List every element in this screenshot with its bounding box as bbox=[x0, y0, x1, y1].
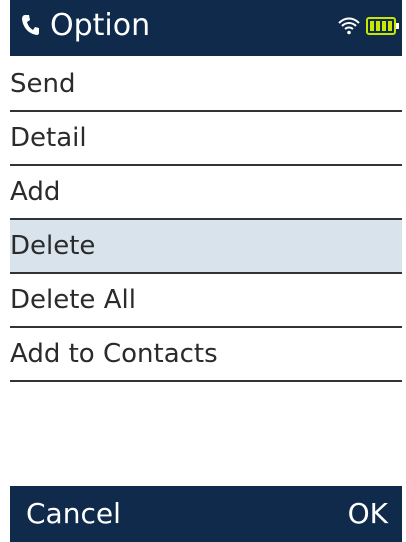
menu-item-label: Detail bbox=[10, 123, 87, 153]
battery-icon bbox=[366, 17, 399, 35]
menu-item-label: Delete All bbox=[10, 285, 136, 315]
menu-item-label: Add bbox=[10, 177, 61, 207]
menu-item-add[interactable]: Add bbox=[10, 166, 402, 220]
cancel-softkey[interactable]: Cancel bbox=[26, 494, 121, 534]
menu-item-detail[interactable]: Detail bbox=[10, 112, 402, 166]
menu-item-delete-all[interactable]: Delete All bbox=[10, 274, 402, 328]
phone-icon bbox=[22, 15, 39, 35]
menu-item-add-to-contacts[interactable]: Add to Contacts bbox=[10, 328, 402, 382]
menu-item-label: Add to Contacts bbox=[10, 339, 218, 369]
menu-item-send[interactable]: Send bbox=[10, 58, 402, 112]
wifi-icon bbox=[338, 17, 360, 35]
softkey-bar: Cancel OK bbox=[10, 486, 402, 542]
status-header: Option bbox=[10, 0, 402, 56]
menu-item-delete[interactable]: Delete bbox=[10, 220, 402, 274]
page-title: Option bbox=[50, 8, 151, 43]
menu-item-label: Send bbox=[10, 69, 76, 99]
ok-softkey[interactable]: OK bbox=[348, 494, 388, 534]
option-menu: Send Detail Add Delete Delete All Add to… bbox=[10, 58, 402, 382]
menu-item-label: Delete bbox=[10, 231, 96, 261]
phone-screen: Option Send Detail Add Delete Delete All… bbox=[0, 0, 406, 542]
